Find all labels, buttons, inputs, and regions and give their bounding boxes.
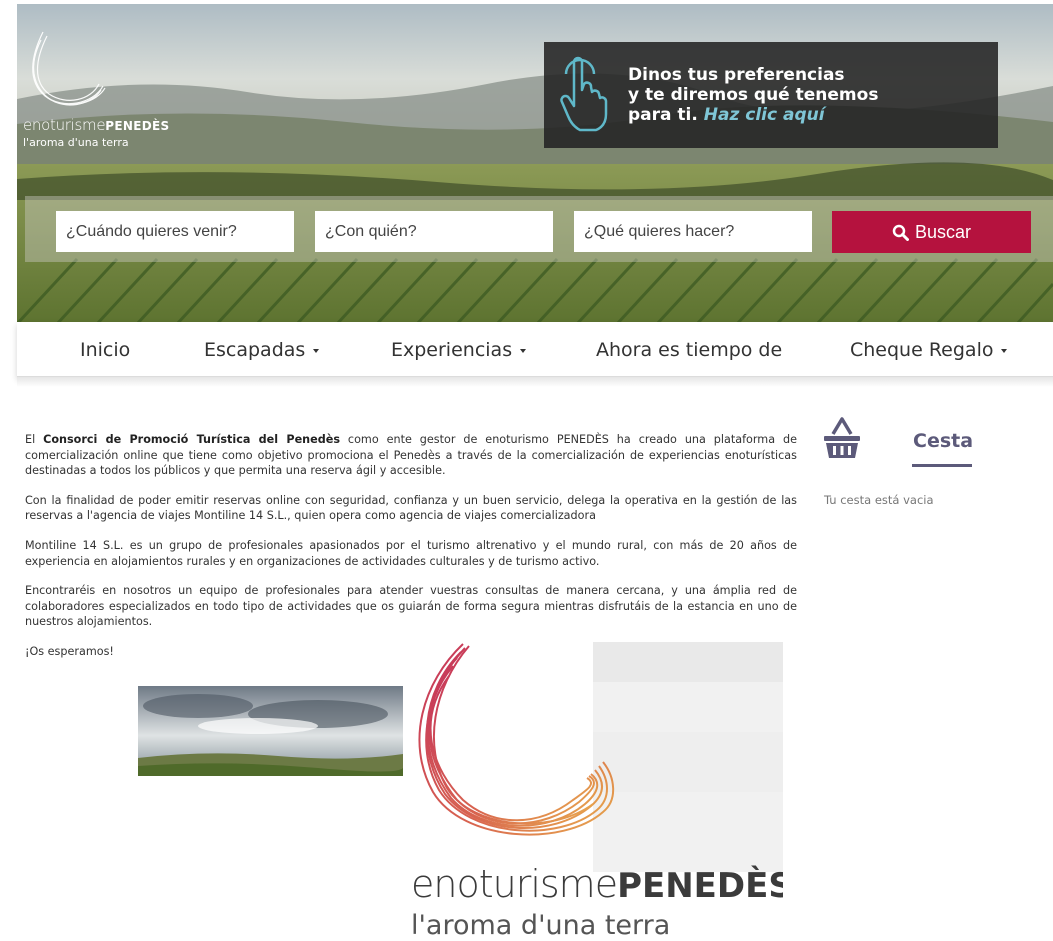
nav-item-cheque-regalo[interactable]: Cheque Regalo: [850, 339, 1008, 361]
hero-banner: enoturismePENEDÈS l'aroma d'una terra Di…: [17, 4, 1053, 322]
hand-pointer-icon: [560, 56, 608, 132]
nav-shadow: [17, 377, 1053, 387]
caret-down-icon: [520, 348, 527, 353]
enoturisme-penedes-logo: enoturismePENEDÈS l'aroma d'una terra: [403, 642, 783, 941]
when-input[interactable]: [56, 211, 294, 252]
nav-item-escapadas[interactable]: Escapadas: [204, 339, 320, 361]
about-text: El Consorci de Promoció Turística del Pe…: [25, 432, 797, 674]
paragraph-equipo: Encontraréis en nosotros un equipo de pr…: [25, 584, 797, 629]
search-button-label: Buscar: [914, 221, 972, 242]
what-to-do-input[interactable]: [574, 211, 812, 252]
preferences-promo-banner[interactable]: Dinos tus preferencias y te diremos qué …: [544, 42, 998, 148]
landscape-photo: [138, 686, 403, 776]
paragraph-reservas: Con la finalidad de poder emitir reserva…: [25, 493, 797, 523]
logo-tagline: l'aroma d'una terra: [411, 910, 671, 941]
cart-title: Cesta: [913, 430, 974, 452]
basket-icon: [824, 417, 860, 458]
paragraph-intro: El Consorci de Promoció Turística del Pe…: [25, 433, 797, 478]
main-nav: Inicio Escapadas Experiencias Ahora es t…: [17, 322, 1053, 377]
with-whom-input[interactable]: [315, 211, 553, 252]
nav-item-inicio[interactable]: Inicio: [80, 339, 130, 361]
logo-wordmark: enoturismePENEDÈS: [411, 862, 783, 906]
caret-down-icon: [1001, 348, 1008, 353]
cart-title-underline: [912, 464, 972, 467]
search-icon: [892, 224, 909, 241]
ribbon-logo-mark: [418, 643, 615, 836]
brand-tagline: l'aroma d'una terra: [23, 136, 129, 149]
search-button[interactable]: Buscar: [832, 211, 1031, 253]
nav-item-ahora-es-tiempo[interactable]: Ahora es tiempo de: [596, 339, 782, 361]
caret-down-icon: [313, 348, 320, 353]
brand-name: enoturismePENEDÈS: [23, 116, 170, 134]
nav-item-experiencias[interactable]: Experiencias: [391, 339, 527, 361]
cart-empty-message: Tu cesta está vacia: [824, 493, 934, 507]
paragraph-montiline: Montiline 14 S.L. es un grupo de profesi…: [25, 538, 797, 568]
promo-text: Dinos tus preferencias y te diremos qué …: [628, 65, 879, 125]
promo-cta-link[interactable]: Haz clic aquí: [704, 105, 825, 125]
search-bar: Buscar: [25, 196, 1053, 262]
